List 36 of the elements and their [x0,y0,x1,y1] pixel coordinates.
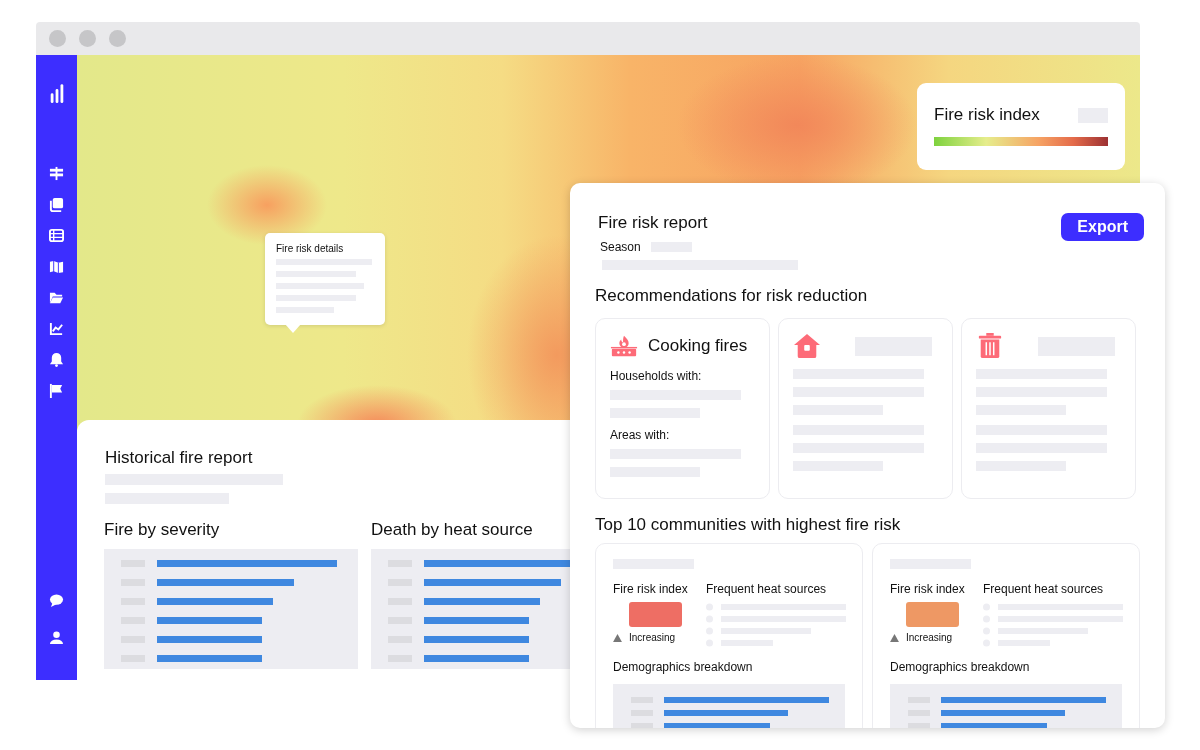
column-label: Frequent heat sources [706,582,828,596]
section-title: Top 10 communities with highest fire risk [595,515,902,535]
map-icon[interactable] [49,259,64,274]
column-label: Fire risk index [613,582,689,596]
chart-title: Fire by severity [104,520,220,540]
legend-title: Fire risk index [934,105,1040,125]
trend-label: Increasing [629,632,676,643]
column-label: Fire risk index [890,582,966,596]
report-title: Historical fire report [105,448,253,468]
up-triangle-icon [890,633,899,642]
documents-icon[interactable] [49,197,64,212]
table-icon[interactable] [49,228,64,243]
section-label: Areas with: [610,428,671,442]
season-label: Season [600,240,641,254]
tooltip-title: Fire risk details [276,243,345,254]
column-label: Frequent heat sources [983,582,1105,596]
house-icon [793,333,821,359]
export-button[interactable]: Export [1061,213,1144,241]
up-triangle-icon [613,633,622,642]
report-title: Fire risk report [598,213,709,233]
flag-icon[interactable] [49,383,64,398]
signpost-icon[interactable] [49,166,64,181]
user-icon[interactable] [49,630,64,645]
trash-icon [976,333,1004,359]
line-chart-icon[interactable] [49,321,64,336]
chat-icon[interactable] [49,593,64,608]
stove-fire-icon [610,333,638,359]
folder-icon[interactable] [49,290,64,305]
trend-label: Increasing [906,632,953,643]
column-label: Demographics breakdown [890,660,1031,674]
recommendation-title: Cooking fires [648,336,748,356]
notifications-icon[interactable] [49,352,64,367]
section-title: Recommendations for risk reduction [595,286,869,306]
column-label: Demographics breakdown [613,660,754,674]
chart-title: Death by heat source [371,520,533,540]
section-label: Households with: [610,369,703,383]
